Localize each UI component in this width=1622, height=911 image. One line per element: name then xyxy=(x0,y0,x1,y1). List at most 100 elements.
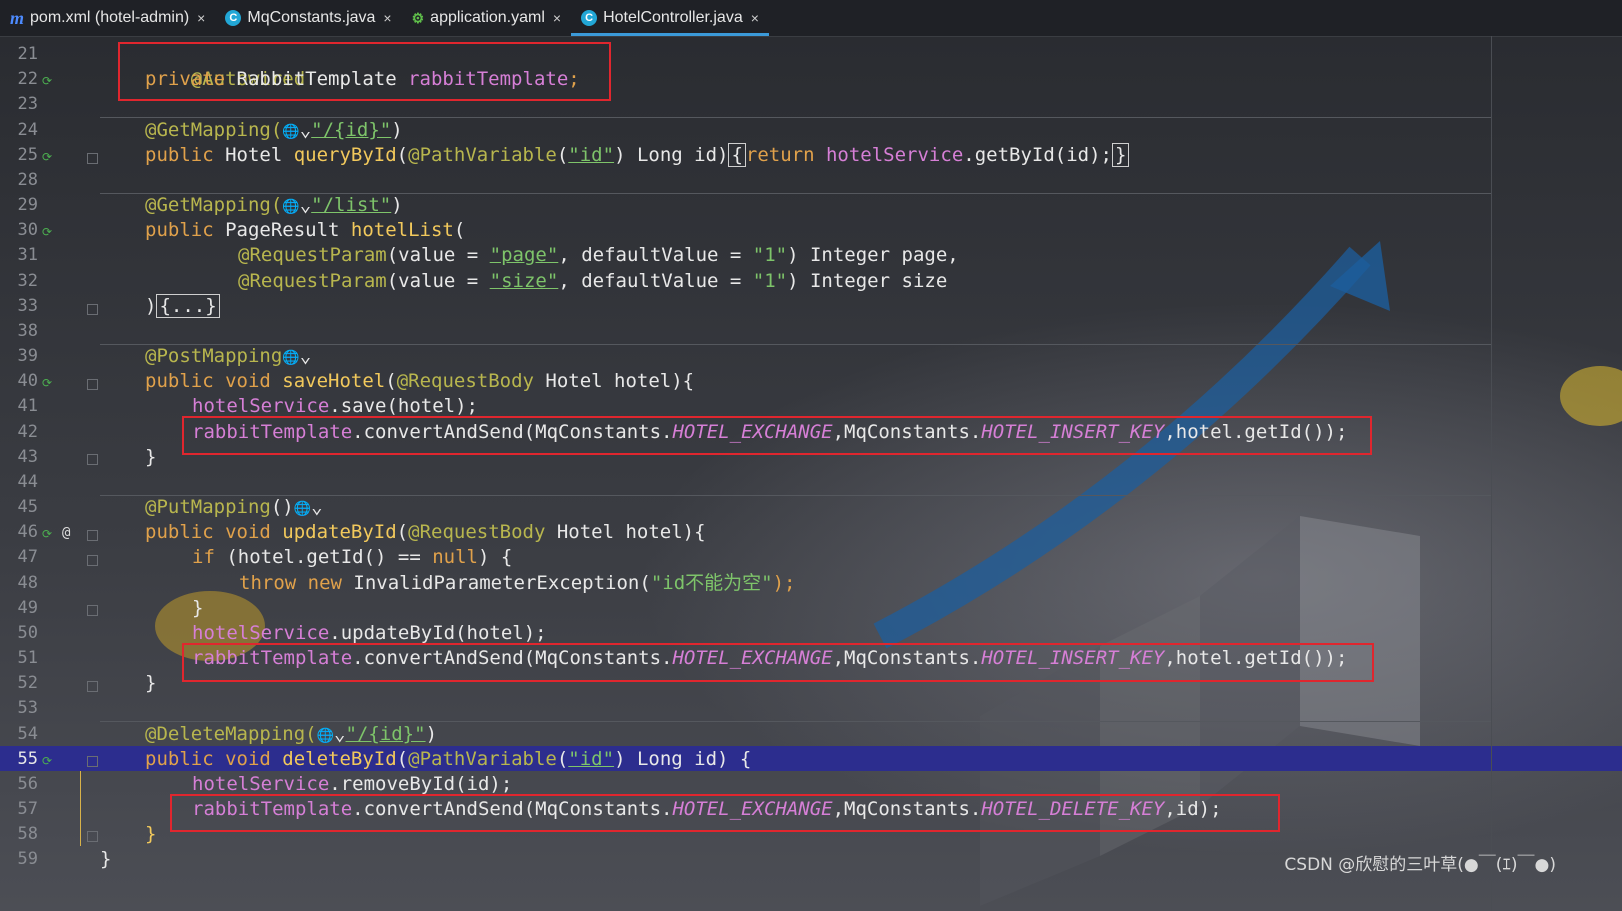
code-line-33: ) {...} xyxy=(145,294,220,319)
fold-icon[interactable] xyxy=(87,304,98,315)
code-editor[interactable]: @Autowired private RabbitTemplate rabbit… xyxy=(100,36,1492,911)
close-icon[interactable]: × xyxy=(553,10,561,26)
method-name: deleteById xyxy=(282,748,397,770)
line-number: 23 xyxy=(17,94,38,114)
line-number: 54 xyxy=(17,724,38,744)
tab-label: pom.xml (hotel-admin) xyxy=(30,9,190,26)
code-line-54: @DeleteMapping(🌐⌄"/{id}") xyxy=(145,722,437,747)
chevron-down-icon[interactable]: ⌄ xyxy=(311,496,322,518)
globe-icon[interactable]: 🌐 xyxy=(294,501,311,517)
code-line-58: } xyxy=(145,822,156,847)
fold-icon[interactable] xyxy=(87,605,98,616)
globe-icon[interactable]: 🌐 xyxy=(282,199,299,215)
fold-icon[interactable] xyxy=(87,530,98,541)
maven-icon: m xyxy=(10,7,25,28)
line-number: 24 xyxy=(17,120,38,140)
string-literal: "id" xyxy=(568,748,615,770)
punctuation: ) xyxy=(391,119,403,141)
method-name: queryById xyxy=(293,144,397,166)
code-line-52: } xyxy=(145,671,156,696)
punctuation: ) xyxy=(425,723,438,745)
tab-pom-xml[interactable]: m pom.xml (hotel-admin) × xyxy=(0,0,215,36)
tab-application-yaml[interactable]: ⚙ application.yaml × xyxy=(402,0,571,36)
code-line-30: public PageResult hotelList( xyxy=(145,218,465,243)
code-text: ) { xyxy=(478,546,513,568)
class-icon: C xyxy=(581,10,598,26)
code-text: .save(hotel); xyxy=(329,395,478,417)
folded-block[interactable]: {...} xyxy=(156,294,220,318)
code-text: } xyxy=(100,848,112,870)
code-text: } xyxy=(145,823,157,845)
folded-brace[interactable]: } xyxy=(1111,143,1130,167)
override-icon[interactable]: @ xyxy=(62,525,70,541)
keyword: null xyxy=(432,546,478,568)
code-line-48: throw new InvalidParameterException("id不… xyxy=(239,571,795,596)
globe-icon[interactable]: 🌐 xyxy=(282,350,299,366)
fold-icon[interactable] xyxy=(87,831,98,842)
code-text: Hotel hotel){ xyxy=(545,521,706,543)
line-number: 25 xyxy=(17,145,38,165)
yaml-icon: ⚙ xyxy=(411,9,425,26)
fold-icon[interactable] xyxy=(87,756,98,767)
string-literal: "1" xyxy=(752,244,788,266)
chevron-down-icon[interactable]: ⌄ xyxy=(334,723,345,745)
fold-icon[interactable] xyxy=(87,555,98,566)
string-literal: "/list" xyxy=(311,194,392,216)
spring-web-icon[interactable]: ⟳ xyxy=(42,527,56,541)
tab-mqconstants[interactable]: C MqConstants.java × xyxy=(215,0,401,36)
spring-bean-icon[interactable]: ⟳ xyxy=(42,74,56,88)
annotation: @DeleteMapping( xyxy=(145,723,317,745)
spring-web-icon[interactable]: ⟳ xyxy=(42,754,56,768)
line-number: 51 xyxy=(17,648,38,668)
globe-icon[interactable]: 🌐 xyxy=(282,124,299,140)
spring-web-icon[interactable]: ⟳ xyxy=(42,150,56,164)
line-number: 43 xyxy=(17,447,38,467)
close-icon[interactable]: × xyxy=(383,10,391,26)
line-number: 55 xyxy=(17,749,38,769)
line-number: 39 xyxy=(17,346,38,366)
fold-icon[interactable] xyxy=(87,379,98,390)
close-icon[interactable]: × xyxy=(197,10,205,26)
line-number: 52 xyxy=(17,673,38,693)
scope-guide xyxy=(80,771,81,846)
close-icon[interactable]: × xyxy=(751,10,759,26)
keyword: public xyxy=(145,219,214,241)
spring-web-icon[interactable]: ⟳ xyxy=(42,225,56,239)
code-line-39: @PostMapping🌐⌄ xyxy=(145,344,311,369)
fold-icon[interactable] xyxy=(87,153,98,164)
fold-icon[interactable] xyxy=(87,681,98,692)
line-number: 33 xyxy=(17,296,38,316)
code-text: .removeById(id); xyxy=(329,773,513,795)
punctuation: ) xyxy=(391,194,403,216)
tab-hotelcontroller[interactable]: C HotelController.java × xyxy=(571,0,769,36)
line-number: 42 xyxy=(17,422,38,442)
highlight-box-update-send xyxy=(182,643,1374,682)
code-text: Hotel hotel){ xyxy=(533,370,695,392)
spring-web-icon[interactable]: ⟳ xyxy=(42,376,56,390)
code-line-55: public void deleteById(@PathVariable("id… xyxy=(145,747,751,772)
string-literal: "id" xyxy=(568,144,615,166)
annotation: @PathVariable xyxy=(408,144,557,166)
chevron-down-icon[interactable]: ⌄ xyxy=(300,194,311,216)
line-number: 28 xyxy=(17,170,38,190)
line-number: 49 xyxy=(17,598,38,618)
annotation: @RequestBody xyxy=(408,521,546,543)
tab-label: HotelController.java xyxy=(603,9,743,26)
globe-icon[interactable]: 🌐 xyxy=(317,728,334,744)
code-text: .updateById(hotel); xyxy=(329,622,547,644)
fold-icon[interactable] xyxy=(87,454,98,465)
chevron-down-icon[interactable]: ⌄ xyxy=(300,119,311,141)
code-text: } xyxy=(145,446,157,468)
field-name: hotelService xyxy=(192,395,330,417)
highlight-box-delete-send xyxy=(170,794,1280,832)
code-line-46: public void updateById(@RequestBody Hote… xyxy=(145,520,706,545)
watermark: CSDN @欣慰的三叶草(●￣(ｴ)￣●) xyxy=(1284,855,1556,875)
chevron-down-icon[interactable]: ⌄ xyxy=(300,345,311,367)
annotation: @GetMapping( xyxy=(145,194,283,216)
code-line-32: @RequestParam(value = "size", defaultVal… xyxy=(238,269,947,294)
line-number: 44 xyxy=(17,472,38,492)
code-text: (value = xyxy=(386,270,490,292)
folded-brace[interactable]: { xyxy=(728,143,746,167)
code-text: (value = xyxy=(386,244,490,266)
line-number: 50 xyxy=(17,623,38,643)
